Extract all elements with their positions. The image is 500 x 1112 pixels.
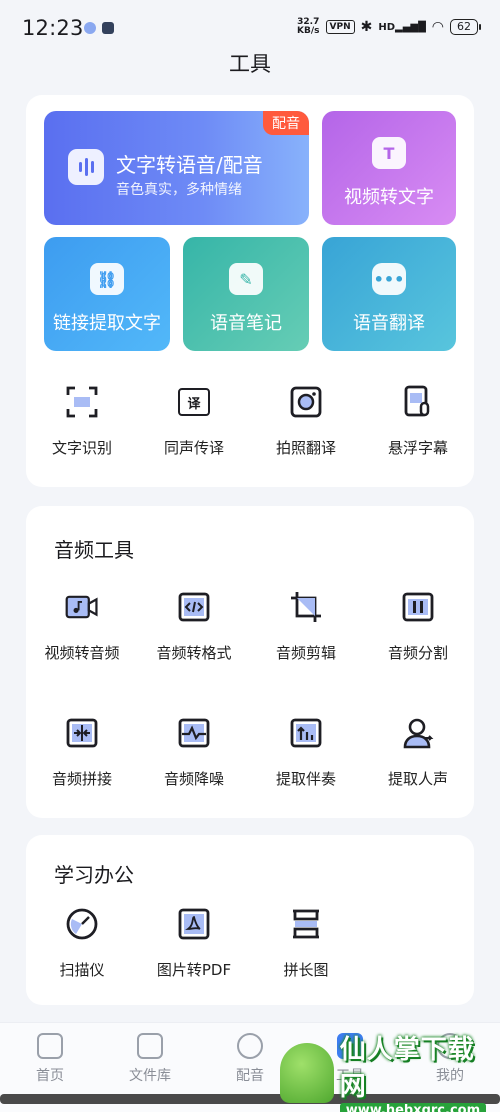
app-notification-icon <box>84 22 96 34</box>
quick-tools-row: 文字识别 译 同声传译 拍照翻译 悬浮字幕 <box>26 385 474 458</box>
photo-translate-tool[interactable]: 拍照翻译 <box>250 385 362 458</box>
link-extract-label: 链接提取文字 <box>53 313 161 334</box>
video-audio-icon <box>65 590 99 624</box>
camera-translate-icon <box>289 385 323 419</box>
audio-merge-tool[interactable]: 音频拼接 <box>26 716 138 789</box>
floating-subtitle-icon <box>401 385 435 419</box>
tts-subtitle: 音色真实，多种情绪 <box>116 182 242 198</box>
signal-icon: HD▂▄▆█ <box>378 21 426 33</box>
video-to-text-label: 视频转文字 <box>344 187 434 208</box>
audio-tools-row-1: 视频转音频 音频转格式 音频剪辑 音频分割 <box>26 590 474 663</box>
study-office-row: 扫描仪 图片转PDF 拼长图 <box>26 907 474 980</box>
text-recognition-tool[interactable]: 文字识别 <box>26 385 138 458</box>
sound-wave-icon <box>68 149 104 185</box>
scan-text-icon <box>65 385 99 419</box>
pencil-icon: ✎ <box>229 263 263 295</box>
audio-tools-title: 音频工具 <box>54 538 134 562</box>
video-text-icon: T <box>372 137 406 169</box>
nav-files[interactable]: 文件库 <box>100 1033 200 1085</box>
extract-vocal-tool[interactable]: 提取人声 <box>362 716 474 789</box>
nav-home[interactable]: 首页 <box>0 1033 100 1085</box>
bluetooth-icon: ✱ <box>360 19 373 35</box>
dubbing-badge: 配音 <box>263 111 309 135</box>
voice-translate-label: 语音翻译 <box>353 313 425 334</box>
cat-notification-icon <box>102 22 114 34</box>
audio-denoise-tool[interactable]: 音频降噪 <box>138 716 250 789</box>
status-time: 12:23 <box>22 16 84 40</box>
audio-split-icon <box>401 590 435 624</box>
video-to-audio-tool[interactable]: 视频转音频 <box>26 590 138 663</box>
folder-icon <box>137 1033 163 1059</box>
audio-tools-card: 音频工具 视频转音频 音频转格式 音频剪辑 音频分割 音频拼接 音频降噪 提取伴… <box>26 506 474 818</box>
voice-notes-tile[interactable]: ✎ 语音笔记 <box>183 237 309 351</box>
dubbing-icon <box>237 1033 263 1059</box>
vpn-icon: VPN <box>325 20 355 34</box>
long-image-icon <box>289 907 323 941</box>
extract-vocal-icon <box>401 716 435 750</box>
extract-accompaniment-icon <box>289 716 323 750</box>
link-extract-tile[interactable]: ⛓ 链接提取文字 <box>44 237 170 351</box>
voice-notes-label: 语音笔记 <box>210 313 282 334</box>
audio-crop-tool[interactable]: 音频剪辑 <box>250 590 362 663</box>
audio-split-tool[interactable]: 音频分割 <box>362 590 474 663</box>
status-bar: 12:23 32.7 KB/s VPN ✱ HD▂▄▆█ ◠ 62 <box>0 0 500 50</box>
audio-crop-icon <box>289 590 323 624</box>
featured-tools-card: 文字转语音/配音 音色真实，多种情绪 配音 T 视频转文字 ⛓ 链接提取文字 ✎… <box>26 95 474 487</box>
text-to-speech-tile[interactable]: 文字转语音/配音 音色真实，多种情绪 配音 <box>44 111 309 225</box>
study-office-card: 学习办公 扫描仪 图片转PDF 拼长图 <box>26 835 474 1005</box>
battery-icon: 62 <box>450 19 481 35</box>
audio-format-tool[interactable]: 音频转格式 <box>138 590 250 663</box>
audio-tools-row-2: 音频拼接 音频降噪 提取伴奏 提取人声 <box>26 716 474 789</box>
cactus-logo-icon <box>280 1043 334 1103</box>
home-icon <box>37 1033 63 1059</box>
audio-format-icon <box>177 590 211 624</box>
long-image-tool[interactable]: 拼长图 <box>250 907 362 980</box>
interpret-icon: 译 <box>177 385 211 419</box>
scanner-tool[interactable]: 扫描仪 <box>26 907 138 980</box>
floating-subtitle-tool[interactable]: 悬浮字幕 <box>362 385 474 458</box>
watermark-name: 仙人掌下载网 <box>339 1034 475 1102</box>
video-to-text-tile[interactable]: T 视频转文字 <box>322 111 456 225</box>
wifi-icon: ◠ <box>431 19 444 35</box>
status-right: 32.7 KB/s VPN ✱ HD▂▄▆█ ◠ 62 <box>297 17 481 36</box>
extract-accompaniment-tool[interactable]: 提取伴奏 <box>250 716 362 789</box>
image-pdf-icon <box>177 907 211 941</box>
tts-title: 文字转语音/配音 <box>116 153 263 177</box>
simultaneous-interpret-tool[interactable]: 译 同声传译 <box>138 385 250 458</box>
watermark-url: www.hebxqrc.com <box>339 1102 487 1112</box>
chat-bubble-icon: ••• <box>372 263 406 295</box>
page-title: 工具 <box>229 52 271 76</box>
notification-icons <box>84 22 114 34</box>
study-office-title: 学习办公 <box>54 863 134 887</box>
image-to-pdf-tool[interactable]: 图片转PDF <box>138 907 250 980</box>
audio-merge-icon <box>65 716 99 750</box>
link-icon: ⛓ <box>90 263 124 295</box>
network-speed: 32.7 KB/s <box>297 17 320 36</box>
scanner-icon <box>65 907 99 941</box>
voice-translate-tile[interactable]: ••• 语音翻译 <box>322 237 456 351</box>
audio-denoise-icon <box>177 716 211 750</box>
watermark: 仙人掌下载网 www.hebxqrc.com <box>280 1035 495 1112</box>
